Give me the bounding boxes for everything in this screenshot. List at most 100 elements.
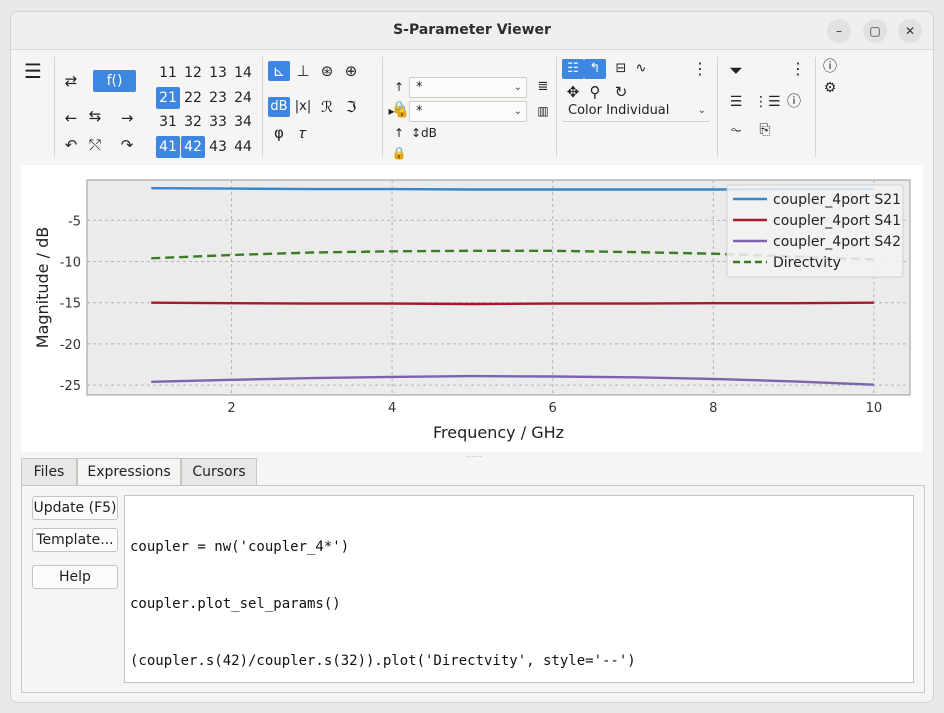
param-button-s43[interactable]: 43 — [206, 136, 230, 158]
color-mode-select[interactable]: Color Individual ⌄ — [562, 101, 710, 122]
cartesian-alt-plot-icon[interactable]: ⊥ — [292, 61, 314, 81]
more-options-icon[interactable]: ⋮ — [787, 59, 809, 79]
color-mode-value: Color Individual — [568, 103, 670, 118]
swap-ports-icon[interactable]: ⇄ — [60, 71, 82, 91]
arrow-left-icon[interactable]: ← — [60, 108, 82, 128]
function-button[interactable]: f() — [93, 70, 136, 92]
lines-icon[interactable]: ≣ — [532, 77, 554, 97]
toolbar: ☰ ⇄ f() ← ⇆ → ↶ ⤲ ↷ 11 12 13 14 21 22 23 24 31 32… — [11, 51, 933, 169]
unit-db-button[interactable]: dB — [268, 97, 290, 117]
param-button-s11[interactable]: 11 — [156, 62, 180, 84]
y-axis-label: Magnitude / dB — [33, 227, 52, 348]
window-title: S-Parameter Viewer — [393, 22, 551, 38]
rotate-right-icon[interactable]: ↷ — [116, 135, 138, 155]
maximize-button[interactable]: ▢ — [863, 19, 887, 43]
param-button-s31[interactable]: 31 — [156, 111, 180, 133]
cursor-link-icon[interactable]: ↰ — [584, 59, 606, 79]
update-button[interactable]: Update (F5) — [32, 496, 118, 520]
db-scale-icon[interactable]: ↕dB — [411, 123, 437, 143]
smith-chart-icon[interactable]: ⊛ — [316, 61, 338, 81]
tree-list-icon[interactable]: ⋮☰ — [754, 92, 781, 112]
filter-combo-1-value: * — [416, 80, 423, 95]
param-button-s42[interactable]: 42 — [181, 135, 205, 158]
series-line — [151, 301, 874, 306]
tab-cursors[interactable]: Cursors — [181, 458, 257, 485]
hamburger-menu-icon[interactable]: ☰ — [22, 61, 44, 81]
unit-abs-button[interactable]: |x| — [292, 97, 314, 117]
s-parameter-chart[interactable]: 2 4 6 8 10 -5 -10 -15 -20 -25 Frequency / GHz Magni… — [21, 165, 923, 452]
pan-icon[interactable]: ✥ — [562, 82, 584, 102]
toolbar-separator — [54, 57, 55, 157]
legend-label: coupler_4port S42 — [773, 234, 901, 250]
tab-expressions[interactable]: Expressions — [77, 458, 181, 487]
code-line: (coupler.s(42)/coupler.s(32)).plot('Dire… — [130, 653, 636, 669]
close-button[interactable]: ✕ — [898, 19, 922, 43]
legend-label: Directvity — [773, 255, 841, 271]
code-line: coupler = nw('coupler_4*') — [130, 539, 350, 555]
param-button-s41[interactable]: 41 — [156, 135, 180, 158]
filter-combo-2[interactable]: * ⌄ — [409, 101, 527, 122]
title-bar: S-Parameter Viewer – ▢ ✕ — [11, 12, 933, 50]
lock-both-icon[interactable]: ↑🔒 — [388, 123, 410, 160]
waveform-icon[interactable]: ⏦ — [725, 120, 747, 140]
param-button-s23[interactable]: 23 — [206, 87, 230, 109]
toolbar-separator — [262, 57, 263, 157]
minimize-button[interactable]: – — [827, 19, 851, 43]
plot-area[interactable]: 2 4 6 8 10 -5 -10 -15 -20 -25 Frequency / GHz Magni… — [21, 165, 923, 452]
param-button-s44[interactable]: 44 — [231, 136, 255, 158]
unit-group-delay-button[interactable]: 𝜏 — [292, 123, 314, 143]
toolbar-separator — [815, 57, 816, 157]
help-icon[interactable]: ⓘ — [819, 57, 841, 77]
arrow-right-icon[interactable]: → — [116, 108, 138, 128]
x-tick-label: 2 — [227, 401, 235, 416]
legend-label: coupler_4port S21 — [773, 192, 901, 208]
chevron-down-icon: ⌄ — [513, 106, 522, 117]
main-window: S-Parameter Viewer – ▢ ✕ ☰ ⇄ f() ← ⇆ → ↶… — [10, 11, 934, 703]
legend-list-icon[interactable]: ☷ — [562, 59, 584, 79]
zoom-icon[interactable]: ⚲ — [584, 82, 606, 102]
unit-phase-button[interactable]: φ — [268, 123, 290, 143]
more-options-icon[interactable]: ⋮ — [689, 59, 711, 79]
polar-plot-icon[interactable]: ⊕ — [340, 61, 362, 81]
unit-imag-button[interactable]: ℑ — [340, 97, 362, 117]
param-button-s13[interactable]: 13 — [206, 62, 230, 84]
y-tick-label: -25 — [60, 379, 81, 394]
unit-real-button[interactable]: ℛ — [316, 97, 338, 117]
filter-combo-2-value: * — [416, 104, 423, 119]
bars-icon[interactable]: ▥ — [532, 101, 554, 121]
export-icon[interactable]: ⎘ — [754, 120, 776, 140]
cartesian-plot-icon[interactable]: ⊾ — [268, 61, 290, 81]
x-axis-label: Frequency / GHz — [433, 423, 564, 442]
param-button-s22[interactable]: 22 — [181, 87, 205, 109]
param-button-s21[interactable]: 21 — [156, 86, 180, 109]
filter-icon[interactable]: ⏷ — [725, 61, 747, 81]
param-button-s14[interactable]: 14 — [231, 62, 255, 84]
x-tick-label: 8 — [709, 401, 717, 416]
refresh-icon[interactable]: ↻ — [610, 82, 632, 102]
lock-x-icon[interactable]: ↑🔒 — [388, 77, 410, 114]
rotate-left-icon[interactable]: ↶ — [60, 135, 82, 155]
filter-combo-1[interactable]: * ⌄ — [409, 77, 527, 98]
param-button-s32[interactable]: 32 — [181, 111, 205, 133]
tab-files[interactable]: Files — [21, 458, 77, 485]
param-button-s24[interactable]: 24 — [231, 87, 255, 109]
param-button-s33[interactable]: 33 — [206, 111, 230, 133]
template-button[interactable]: Template... — [32, 528, 118, 552]
splitter-handle[interactable]: ⋯⋯ — [466, 452, 482, 461]
settings-icon[interactable]: ⚙ — [819, 78, 841, 98]
chevron-down-icon: ⌄ — [513, 82, 522, 93]
info-icon[interactable]: ⓘ — [783, 92, 805, 112]
help-button[interactable]: Help — [32, 565, 118, 589]
cross-port-icon[interactable]: ⤲ — [84, 135, 106, 155]
lock-y-icon[interactable]: ▸🔒 — [388, 101, 410, 121]
table-icon[interactable]: ☰ — [725, 92, 747, 112]
param-button-s34[interactable]: 34 — [231, 111, 255, 133]
curve-icon[interactable]: ∿ — [630, 59, 652, 79]
y-tick-label: -5 — [68, 214, 81, 229]
expression-editor[interactable]: coupler = nw('coupler_4*') coupler.plot_… — [124, 495, 914, 683]
x-tick-label: 10 — [866, 401, 883, 416]
y-tick-label: -15 — [60, 297, 81, 312]
bidirectional-arrow-icon[interactable]: ⇆ — [84, 106, 106, 126]
param-button-s12[interactable]: 12 — [181, 62, 205, 84]
hide-icon[interactable]: ⊟ — [610, 59, 632, 79]
